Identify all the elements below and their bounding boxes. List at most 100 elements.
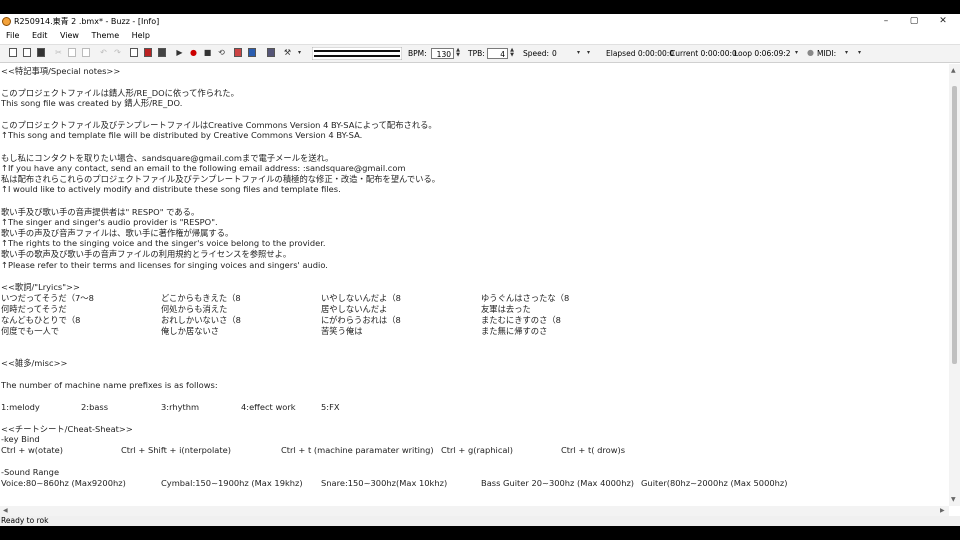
prefix-item: 5:FX bbox=[321, 402, 340, 412]
misc-heading: <<雑多/misc>> bbox=[1, 358, 68, 368]
wave-table-icon[interactable] bbox=[234, 48, 242, 57]
new-file-icon[interactable] bbox=[9, 48, 17, 57]
text-line: ↑The rights to the singing voice and the… bbox=[1, 238, 326, 248]
keybind-heading: -key Bind bbox=[1, 434, 40, 444]
text-line: このプロジェクトファイルは錆人形/RE_DOに依って作られた。 bbox=[1, 88, 239, 98]
time-overflow-icon[interactable]: ▾ bbox=[792, 48, 801, 57]
stop-icon[interactable]: ■ bbox=[203, 48, 212, 57]
text-line: ↑This song and template file will be dis… bbox=[1, 130, 363, 140]
elapsed-time: Elapsed 0:00:00:0 bbox=[606, 49, 675, 58]
machines-view-icon[interactable] bbox=[130, 48, 138, 57]
menu-bar: File Edit View Theme Help bbox=[0, 30, 960, 42]
status-bar: Ready to rok bbox=[0, 516, 960, 526]
midi-dropdown-icon[interactable]: ▾ bbox=[842, 48, 851, 57]
menu-edit[interactable]: Edit bbox=[32, 30, 48, 42]
pattern-view-icon[interactable] bbox=[144, 48, 152, 57]
lyrics-cell: いやしないんだよ（8 bbox=[321, 293, 401, 303]
lyrics-cell: 何時だってそうだ bbox=[1, 304, 67, 314]
paste-icon[interactable] bbox=[82, 48, 90, 57]
info-text-area[interactable]: <<特記事項/Special notes>> このプロジェクトファイルは錆人形/… bbox=[0, 64, 949, 506]
file-browser-icon[interactable] bbox=[267, 48, 275, 57]
bpm-spinner[interactable]: ▲ ▼ bbox=[454, 48, 462, 59]
master-volume-slider[interactable] bbox=[312, 47, 402, 60]
prefix-item: 4:effect work bbox=[241, 402, 296, 412]
buzz-app-icon bbox=[2, 17, 11, 26]
text-line: もし私にコンタクトを取りたい場合、sandsquare@gmail.comまで電… bbox=[1, 153, 334, 163]
sequence-view-icon[interactable] bbox=[158, 48, 166, 57]
text-line: <<特記事項/Special notes>> bbox=[1, 66, 121, 76]
toolbar: ✂ ↶ ↷ ▶ ● ■ ⟲ ⚒ ▾ BPM: 130 ▲ ▼ TPB: 4 ▲ ▼ … bbox=[0, 44, 960, 63]
cut-icon[interactable]: ✂ bbox=[54, 48, 63, 57]
keybind-item: Ctrl + Shift + i(nterpolate) bbox=[121, 445, 231, 455]
bpm-input[interactable]: 130 bbox=[431, 48, 454, 59]
open-file-icon[interactable] bbox=[23, 48, 31, 57]
menu-help[interactable]: Help bbox=[132, 30, 150, 42]
text-line: このプロジェクトファイル及びテンプレートファイルはCreative Common… bbox=[1, 120, 437, 130]
menu-view[interactable]: View bbox=[60, 30, 79, 42]
lyrics-cell: どこからもきえた（8 bbox=[161, 293, 241, 303]
copy-icon[interactable] bbox=[68, 48, 76, 57]
text-line: 私は配布されらこれらのプロジェクトファイル及びテンプレートファイルの積極的な修正… bbox=[1, 174, 441, 184]
sound-range-item: Snare:150~300hz(Max 10khz) bbox=[321, 478, 448, 488]
vertical-scroll-thumb[interactable] bbox=[952, 86, 957, 364]
scroll-right-icon[interactable]: ▶ bbox=[940, 507, 945, 514]
prefix-item: 3:rhythm bbox=[161, 402, 200, 412]
tpb-spinner[interactable]: ▲ ▼ bbox=[508, 48, 516, 59]
scroll-down-icon[interactable]: ▼ bbox=[951, 496, 956, 503]
speed-overflow-icon[interactable]: ▾ bbox=[584, 48, 593, 57]
song-info-icon[interactable] bbox=[248, 48, 256, 57]
lyrics-cell: またむにきすのさ（8 bbox=[481, 315, 561, 325]
lyrics-cell: にがわらうおれは（8 bbox=[321, 315, 401, 325]
scroll-up-icon[interactable]: ▲ bbox=[951, 67, 956, 74]
status-text: Ready to rok bbox=[1, 516, 49, 525]
scroll-left-icon[interactable]: ◀ bbox=[3, 507, 8, 514]
redo-icon[interactable]: ↷ bbox=[113, 48, 122, 57]
tpb-label: TPB: bbox=[468, 49, 485, 58]
close-button[interactable]: ✕ bbox=[929, 14, 957, 30]
sound-range-item: Bass Guiter 20~300hz (Max 4000hz) bbox=[481, 478, 635, 488]
midi-label: MIDI: bbox=[817, 49, 837, 58]
keybind-item: Ctrl + w(otate) bbox=[1, 445, 64, 455]
bpm-label: BPM: bbox=[408, 49, 427, 58]
sound-range-item: Guiter(80hz~2000hz (Max 5000hz) bbox=[641, 478, 788, 488]
minimize-button[interactable]: – bbox=[872, 14, 900, 30]
speed-dropdown-icon[interactable]: ▾ bbox=[574, 48, 583, 57]
prefix-item: 1:melody bbox=[1, 402, 40, 412]
lyrics-cell: いつだってそうだ（7〜8 bbox=[1, 293, 94, 303]
undo-icon[interactable]: ↶ bbox=[99, 48, 108, 57]
record-icon[interactable]: ● bbox=[189, 48, 198, 57]
text-line: This song file was created by 錆人形/RE_DO. bbox=[1, 98, 183, 108]
tools-icon[interactable]: ⚒ bbox=[283, 48, 292, 57]
midi-overflow-icon[interactable]: ▾ bbox=[855, 48, 864, 57]
sound-range-item: Cymbal:150~1900hz (Max 19khz) bbox=[161, 478, 303, 488]
lyrics-cell: ゆうぐんはさったな（8 bbox=[481, 293, 570, 303]
cheat-sheet-heading: <<チートシート/Cheat-Sheat>> bbox=[1, 424, 133, 434]
save-icon[interactable] bbox=[37, 48, 45, 57]
midi-status-icon: ● bbox=[807, 48, 814, 57]
lyrics-heading: <<歌詞/"Lryics">> bbox=[1, 282, 80, 292]
text-line: 歌い手の声及び音声ファイルは、歌い手に著作権が帰属する。 bbox=[1, 228, 234, 238]
sound-range-item: Voice:80~860hz (Max9200hz) bbox=[1, 478, 126, 488]
loop-time: Loop 0:06:09:2 bbox=[734, 49, 791, 58]
play-icon[interactable]: ▶ bbox=[175, 48, 184, 57]
text-line: ↑Please refer to their terms and license… bbox=[1, 260, 328, 270]
speed-select[interactable]: 0 bbox=[552, 45, 557, 62]
sound-range-heading: -Sound Range bbox=[1, 467, 60, 477]
keybind-item: Ctrl + g(raphical) bbox=[441, 445, 514, 455]
text-line: 歌い手の歌声及び歌い手の音声ファイルの利用規約とライセンスを参照せよ。 bbox=[1, 249, 292, 259]
text-line: ↑If you have any contact, send an email … bbox=[1, 163, 406, 173]
keybind-item: Ctrl + t (machine paramater writing) bbox=[281, 445, 434, 455]
lyrics-cell: なんどもひとりで（8 bbox=[1, 315, 81, 325]
lyrics-cell: 友軍は去った bbox=[481, 304, 531, 314]
tpb-input[interactable]: 4 bbox=[487, 48, 508, 59]
lyrics-cell: 何処からも消えた bbox=[161, 304, 228, 314]
menu-file[interactable]: File bbox=[6, 30, 19, 42]
title-bar: R250914.東青 2 .bmx* - Buzz - [Info] – ▢ ✕ bbox=[0, 14, 960, 30]
horizontal-scrollbar[interactable]: ◀ ▶ bbox=[0, 506, 949, 516]
loop-icon[interactable]: ⟲ bbox=[217, 48, 226, 57]
maximize-button[interactable]: ▢ bbox=[900, 14, 928, 30]
lyrics-cell: また無に帰すのさ bbox=[481, 326, 548, 336]
menu-theme[interactable]: Theme bbox=[92, 30, 120, 42]
toolbar-overflow-icon[interactable]: ▾ bbox=[295, 48, 304, 57]
vertical-scrollbar[interactable]: ▲ ▼ bbox=[949, 64, 960, 506]
